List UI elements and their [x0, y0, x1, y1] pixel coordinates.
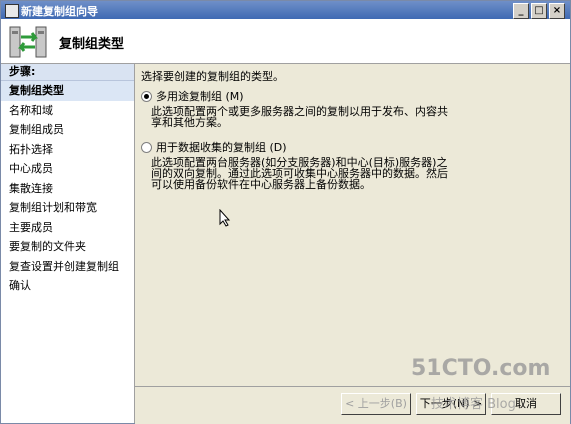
option-label[interactable]: 多用途复制组 (M) — [156, 90, 244, 103]
steps-sidebar: 步骤: 复制组类型 名称和域 复制组成员 拓扑选择 中心成员 集散连接 复制组计… — [1, 64, 135, 423]
multipurpose-option[interactable]: 多用途复制组 (M) — [141, 88, 244, 104]
step-item: 复查设置并创建复制组 — [9, 259, 119, 273]
radio-selected-icon[interactable] — [141, 90, 152, 102]
step-item: 集散连接 — [9, 181, 53, 195]
option-label[interactable]: 用于数据收集的复制组 (D) — [156, 141, 287, 154]
back-button[interactable]: < 上一步(B) — [341, 393, 411, 415]
close-button[interactable]: × — [549, 3, 565, 19]
option-description: 此选项配置两个或更多服务器之间的复制以用于发布、内容共享和其他方案。 — [151, 105, 448, 129]
content-pane: 选择要创建的复制组的类型。 多用途复制组 (M) 此选项配置两个或更多服务器之间… — [135, 64, 570, 386]
step-item: 复制组类型 — [1, 81, 134, 101]
wizard-header: 复制组类型 — [1, 19, 570, 64]
step-item: 拓扑选择 — [9, 142, 53, 156]
step-item: 确认 — [9, 279, 31, 292]
step-item: 主要成员 — [9, 220, 53, 234]
title-bar[interactable]: 新建复制组向导 _ □ × — [1, 1, 570, 19]
step-item: 要复制的文件夹 — [9, 240, 86, 253]
window-icon — [5, 4, 19, 18]
watermark-sub: 技术博客 Blog — [431, 397, 516, 412]
watermark-logo: 51CTO.com — [411, 356, 551, 381]
window-title: 新建复制组向导 — [21, 5, 98, 18]
step-item: 名称和域 — [9, 103, 53, 117]
minimize-button[interactable]: _ — [513, 3, 529, 19]
page-title: 复制组类型 — [59, 37, 125, 52]
step-item: 复制组成员 — [9, 123, 64, 136]
option-description: 此选项配置两台服务器(如分支服务器)和中心(目标)服务器)之间的双向复制。通过此… — [151, 156, 448, 191]
maximize-button[interactable]: □ — [531, 3, 547, 19]
data-collection-option[interactable]: 用于数据收集的复制组 (D) — [141, 139, 287, 155]
mouse-pointer-icon — [219, 209, 231, 227]
step-item: 中心成员 — [9, 162, 53, 175]
wizard-window: 新建复制组向导 _ □ × 复制组类型 步骤: 复制组类型 名称和域 复制组成员… — [0, 0, 571, 424]
step-item: 复制组计划和带宽 — [9, 201, 97, 214]
radio-unselected-icon[interactable] — [141, 141, 152, 153]
prompt-text: 选择要创建的复制组的类型。 — [141, 70, 284, 83]
replication-group-icon — [9, 26, 47, 58]
steps-heading: 步骤: — [1, 64, 134, 81]
